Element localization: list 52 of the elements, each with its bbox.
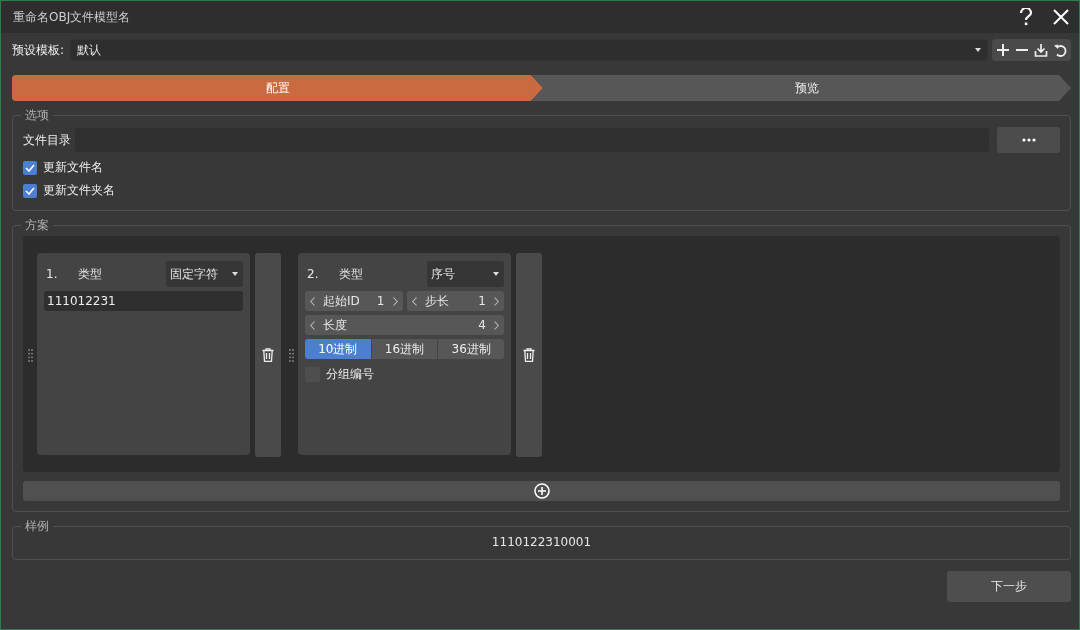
undo-icon[interactable] <box>1053 43 1067 57</box>
caret-icon <box>975 48 981 52</box>
chevron-left-icon[interactable] <box>310 320 315 330</box>
next-button[interactable]: 下一步 <box>947 571 1071 602</box>
chevron-right-icon[interactable] <box>494 296 499 306</box>
drag-handle-icon[interactable] <box>289 348 294 362</box>
group-title: 选项 <box>21 107 53 124</box>
more-icon <box>1021 138 1036 142</box>
trash-icon <box>262 348 274 362</box>
number-spinner[interactable]: 长度 4 <box>305 315 504 335</box>
caret-icon <box>493 272 499 276</box>
text-field[interactable]: 111012231 <box>44 291 243 311</box>
help-icon[interactable] <box>1019 8 1033 26</box>
preset-label: 预设模板: <box>12 41 65 59</box>
group-title: 样例 <box>21 518 53 535</box>
check-icon <box>25 186 35 195</box>
chevron-left-icon[interactable] <box>411 296 417 306</box>
base-option[interactable]: 16进制 <box>371 339 438 359</box>
chevron-left-icon[interactable] <box>310 296 315 306</box>
checkbox-label: 更新文件名 <box>43 159 103 176</box>
directory-label: 文件目录 <box>23 131 71 149</box>
number-spinner[interactable]: 起始ID 1 <box>305 291 403 311</box>
checkbox[interactable] <box>23 160 37 175</box>
type-label: 类型 <box>78 265 103 283</box>
window-title: 重命名OBJ文件模型名 <box>13 8 131 26</box>
type-dropdown[interactable]: 序号 <box>427 261 504 287</box>
chevron-right-icon[interactable] <box>392 296 398 306</box>
download-icon[interactable] <box>1034 43 1048 57</box>
type-dropdown[interactable]: 固定字符 <box>166 261 243 287</box>
number-spinner[interactable]: 步长 1 <box>406 291 504 311</box>
check-icon <box>25 163 35 172</box>
rule-number: 1. <box>45 267 59 281</box>
step-tab[interactable]: 配置 <box>12 75 543 101</box>
plus-icon[interactable] <box>996 43 1010 57</box>
base-option[interactable]: 10进制 <box>305 339 371 359</box>
browse-button[interactable] <box>997 127 1060 153</box>
checkbox-label: 更新文件夹名 <box>43 182 115 199</box>
drag-handle-icon[interactable] <box>28 348 33 362</box>
example-output: 1110122310001 <box>490 535 593 549</box>
group-title: 方案 <box>21 217 53 234</box>
caret-icon <box>232 272 238 276</box>
base-option[interactable]: 36进制 <box>438 339 504 359</box>
chevron-right-icon[interactable] <box>494 320 499 330</box>
trash-icon <box>523 348 535 362</box>
close-icon[interactable] <box>1053 9 1069 25</box>
checkbox-label: 分组编号 <box>326 366 374 383</box>
rule-number: 2. <box>306 267 320 281</box>
type-label: 类型 <box>339 265 364 283</box>
add-circle-icon <box>533 483 550 499</box>
checkbox[interactable] <box>23 183 37 198</box>
step-tab[interactable]: 预览 <box>531 75 1071 101</box>
preset-dropdown[interactable]: 默认 <box>70 39 988 61</box>
